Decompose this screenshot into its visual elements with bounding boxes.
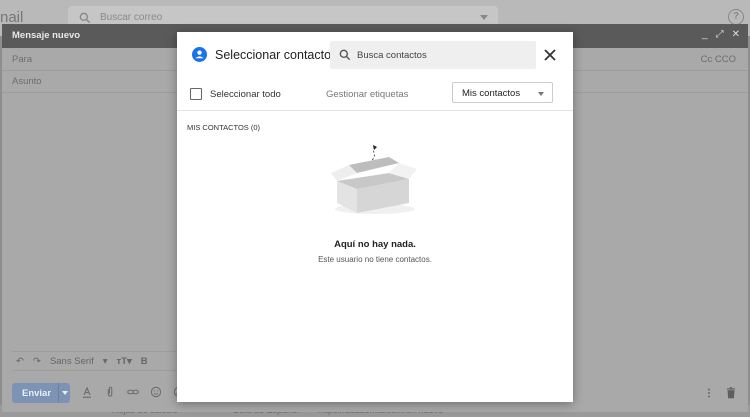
chevron-down-icon	[538, 92, 544, 96]
send-label: Enviar	[22, 388, 52, 399]
divider	[58, 383, 59, 403]
send-button[interactable]: Enviar	[12, 383, 70, 403]
close-icon[interactable]	[544, 49, 556, 61]
font-family-select[interactable]: Sans Serif	[50, 356, 94, 367]
expand-icon[interactable]: ⤢	[716, 29, 724, 40]
contact-group-value: Mis contactos	[462, 88, 521, 99]
divider	[177, 110, 573, 111]
attach-icon[interactable]	[103, 385, 117, 399]
contacts-section-header: MIS CONTACTOS (0)	[187, 123, 261, 132]
search-options-caret-icon[interactable]	[480, 15, 488, 20]
contact-search-box[interactable]	[330, 41, 536, 69]
redo-icon[interactable]: ↷	[33, 356, 41, 367]
font-size-icon[interactable]: ᴛT▾	[117, 356, 132, 367]
cc-bcc-link[interactable]: Cc CCO	[701, 54, 736, 65]
send-options-caret-icon[interactable]	[62, 391, 68, 395]
gmail-search-placeholder: Buscar correo	[100, 12, 163, 23]
contact-group-select[interactable]: Mis contactos	[452, 82, 553, 103]
chevron-down-icon[interactable]: ▾	[103, 356, 108, 367]
trash-icon[interactable]	[724, 386, 738, 400]
search-icon	[339, 49, 351, 61]
empty-box-illustration	[331, 145, 417, 214]
empty-state-subtitle: Este usuario no tiene contactos.	[318, 255, 432, 264]
select-all-label[interactable]: Seleccionar todo	[210, 89, 281, 100]
more-options-icon[interactable]	[702, 386, 716, 400]
undo-icon[interactable]: ↶	[16, 356, 24, 367]
dialog-title: Seleccionar contactos	[215, 48, 338, 62]
help-icon[interactable]: ?	[728, 9, 744, 25]
formatting-toolbar: ↶ ↷ Sans Serif ▾ ᴛT▾ B	[12, 351, 182, 371]
subject-field-label[interactable]: Asunto	[12, 76, 42, 87]
close-icon[interactable]: ✕	[732, 29, 740, 40]
text-format-icon[interactable]	[80, 385, 94, 399]
contacts-person-icon	[192, 47, 207, 62]
minimize-icon[interactable]: _	[702, 29, 708, 40]
bold-icon[interactable]: B	[141, 356, 148, 367]
empty-state-title: Aquí no hay nada.	[334, 239, 416, 250]
manage-labels-link[interactable]: Gestionar etiquetas	[326, 89, 408, 100]
select-all-checkbox[interactable]	[190, 88, 202, 100]
contact-search-input[interactable]	[357, 41, 532, 69]
select-contacts-dialog: Seleccionar contactos Seleccionar todo G…	[177, 32, 573, 402]
to-field-label[interactable]: Para	[12, 54, 32, 65]
emoji-icon[interactable]	[149, 385, 163, 399]
compose-title: Mensaje nuevo	[12, 30, 81, 41]
search-icon	[79, 12, 91, 24]
link-icon[interactable]	[126, 385, 140, 399]
